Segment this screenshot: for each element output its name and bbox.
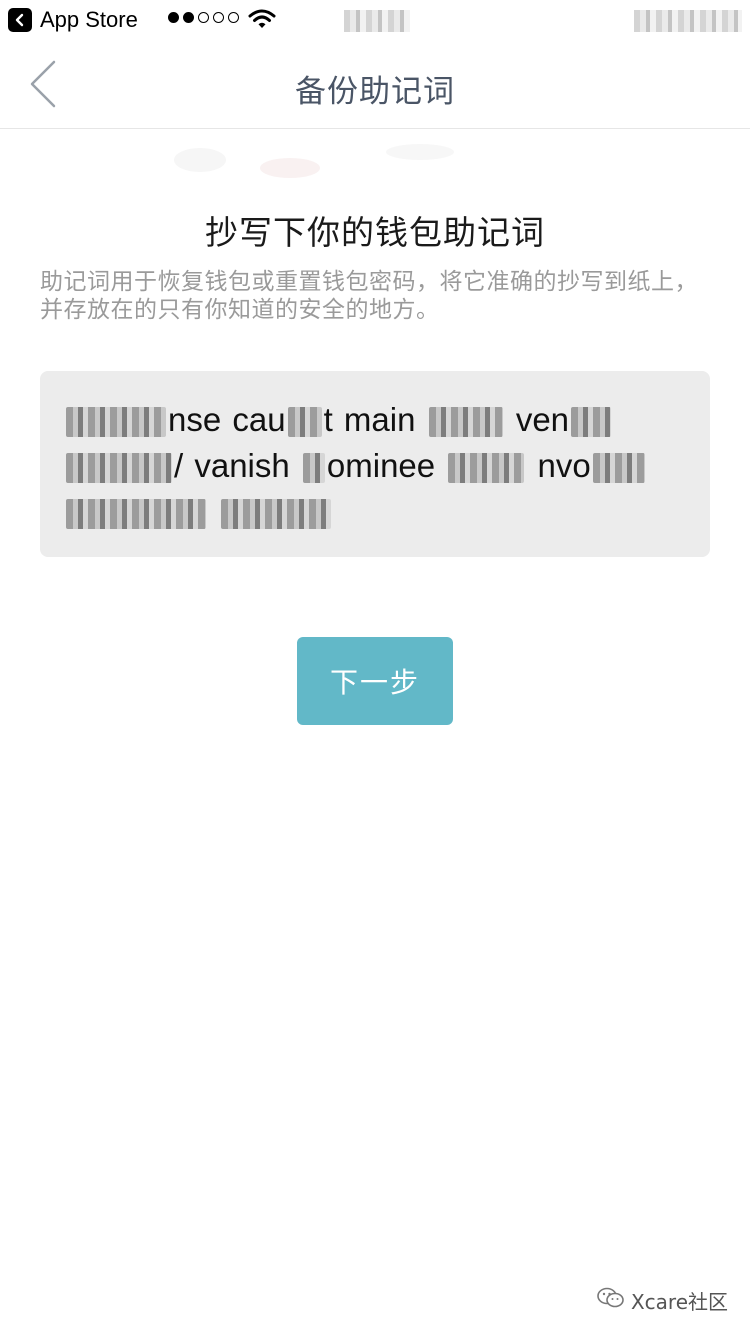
signal-dot bbox=[213, 12, 224, 23]
redacted-time bbox=[344, 10, 410, 32]
redacted-word bbox=[571, 407, 612, 438]
mnemonic-phrase-box: nse cau t main ven / vanish ominee nvo bbox=[40, 371, 710, 557]
redacted-word bbox=[221, 499, 332, 530]
watermark-text: Xcare社区 bbox=[630, 1290, 728, 1314]
back-app-label: App Store bbox=[40, 7, 138, 32]
redacted-word bbox=[287, 407, 322, 438]
faint-illustration bbox=[174, 144, 454, 178]
section-heading: 抄写下你的钱包助记词 bbox=[205, 213, 545, 252]
watermark: Xcare社区 bbox=[597, 1286, 728, 1315]
mnemonic-word: nvo bbox=[537, 447, 591, 484]
mnemonic-word: nse cau bbox=[168, 401, 286, 438]
redacted-word bbox=[592, 453, 645, 484]
mnemonic-word: / vanish bbox=[174, 447, 290, 484]
signal-dot bbox=[183, 12, 194, 23]
mnemonic-word: ven bbox=[515, 401, 570, 438]
instruction-text: 助记词用于恢复钱包或重置钱包密码，将它准确的抄写到纸上，并存放在的只有你知道的安… bbox=[40, 269, 698, 323]
wechat-icon bbox=[597, 1287, 625, 1314]
mnemonic-word: ominee bbox=[326, 447, 436, 484]
signal-strength-indicator bbox=[168, 12, 239, 23]
wifi-icon bbox=[248, 8, 276, 34]
signal-dot bbox=[168, 12, 179, 23]
navigation-bar: 备份助记词 bbox=[0, 40, 750, 129]
signal-dot bbox=[198, 12, 209, 23]
redacted-battery bbox=[634, 10, 742, 32]
redacted-word bbox=[448, 453, 525, 484]
signal-dot bbox=[228, 12, 239, 23]
redacted-word bbox=[66, 499, 206, 530]
redacted-word bbox=[66, 453, 172, 484]
status-bar: App Store bbox=[0, 0, 750, 40]
back-arrow-icon bbox=[8, 8, 32, 32]
mnemonic-word: t main bbox=[323, 401, 416, 438]
redacted-word bbox=[428, 407, 503, 438]
page-title: 备份助记词 bbox=[295, 74, 455, 110]
redacted-word bbox=[66, 407, 166, 438]
back-to-app-store-button[interactable]: App Store bbox=[8, 7, 138, 33]
mnemonic-phrase: nse cau t main ven / vanish ominee nvo bbox=[64, 397, 674, 535]
redacted-word bbox=[302, 453, 325, 484]
next-step-button[interactable]: 下一步 bbox=[297, 637, 453, 725]
